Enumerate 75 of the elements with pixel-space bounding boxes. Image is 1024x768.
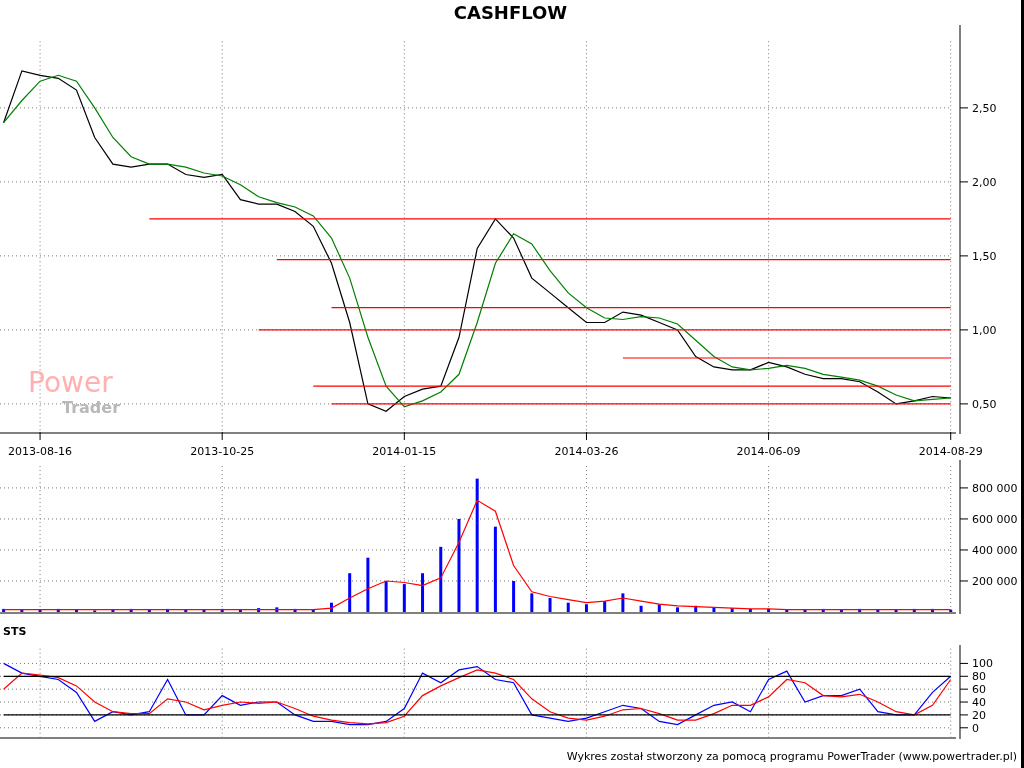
volume-bar	[839, 609, 843, 612]
volume-bar	[311, 609, 315, 612]
volume-bar	[439, 546, 443, 612]
axis-label: 200 000	[972, 575, 1018, 588]
volume-bar	[402, 584, 406, 612]
volume-bar	[20, 609, 24, 612]
volume-bar	[111, 609, 115, 612]
volume-bar	[803, 609, 807, 612]
volume-bar	[694, 605, 698, 612]
footer-text: Wykres został stworzony za pomocą programu PowerTrader (www.powertrader.pl)	[566, 750, 1017, 763]
volume-bar	[584, 604, 588, 612]
axis-label: 100	[972, 657, 993, 671]
volume-bar	[931, 608, 934, 612]
volume-bar	[730, 608, 734, 612]
volume-bar	[530, 593, 534, 612]
axis-label: 600 000	[972, 512, 1018, 526]
indicator-label: STS	[3, 625, 27, 638]
logo-text: Power	[28, 366, 113, 399]
date-label: 2014-01-15	[372, 445, 437, 458]
volume-bar	[75, 609, 78, 612]
volume-bar	[894, 609, 898, 612]
axis-label: 80	[972, 670, 986, 684]
date-label: 2013-10-25	[190, 445, 255, 458]
axis-label: 40	[972, 696, 986, 710]
volume-bar	[257, 608, 261, 612]
volume-bar	[566, 602, 570, 612]
volume-bar	[330, 602, 333, 612]
logo-text: Trader	[62, 398, 121, 417]
volume-bar	[512, 581, 516, 612]
axis-label: 20	[972, 708, 986, 722]
volume-bar	[748, 608, 752, 612]
volume-bar	[548, 598, 552, 612]
volume-bar	[293, 608, 297, 612]
volume-bar	[238, 609, 242, 612]
date-label: 2013-08-16	[8, 445, 73, 458]
axis-label: 1,50	[972, 249, 997, 263]
volume-bar	[166, 608, 170, 612]
volume-bar	[712, 607, 716, 612]
volume-bar	[639, 605, 643, 612]
volume-bar	[876, 609, 880, 612]
volume-bar	[767, 608, 771, 612]
volume-bar	[621, 593, 625, 612]
volume-bar	[821, 608, 825, 612]
volume-bar	[366, 557, 370, 612]
volume-bar	[858, 608, 862, 612]
volume-bar	[785, 609, 789, 612]
axis-label: 800 000	[972, 481, 1018, 495]
volume-bar	[38, 609, 42, 612]
date-label: 2014-03-26	[554, 445, 619, 458]
volume-bar	[676, 607, 679, 612]
volume-bar	[147, 609, 151, 612]
volume-bar	[912, 608, 916, 612]
axis-label: 400 000	[972, 543, 1018, 557]
chart-title: CASHFLOW	[452, 1, 569, 25]
axis-label: 2,50	[972, 101, 997, 115]
volume-bar	[603, 601, 607, 612]
axis-label: 2,00	[972, 175, 997, 189]
volume-bar	[657, 604, 661, 612]
volume-bar	[275, 607, 279, 612]
volume-bar	[2, 608, 6, 612]
volume-bar	[129, 608, 133, 612]
volume-bar	[202, 609, 206, 612]
volume-bar	[949, 609, 953, 612]
axis-label: 0,50	[972, 397, 997, 411]
volume-bar	[220, 608, 224, 612]
axis-label: 1,00	[972, 323, 997, 337]
volume-bar	[348, 573, 352, 612]
volume-bar	[384, 581, 388, 612]
date-label: 2014-08-29	[918, 445, 983, 458]
volume-bar	[184, 609, 188, 612]
axis-label: 0	[972, 721, 979, 735]
date-label: 2014-06-09	[736, 445, 801, 458]
axis-label: 60	[972, 683, 986, 697]
volume-bar	[421, 573, 425, 612]
volume-bar	[56, 608, 60, 612]
